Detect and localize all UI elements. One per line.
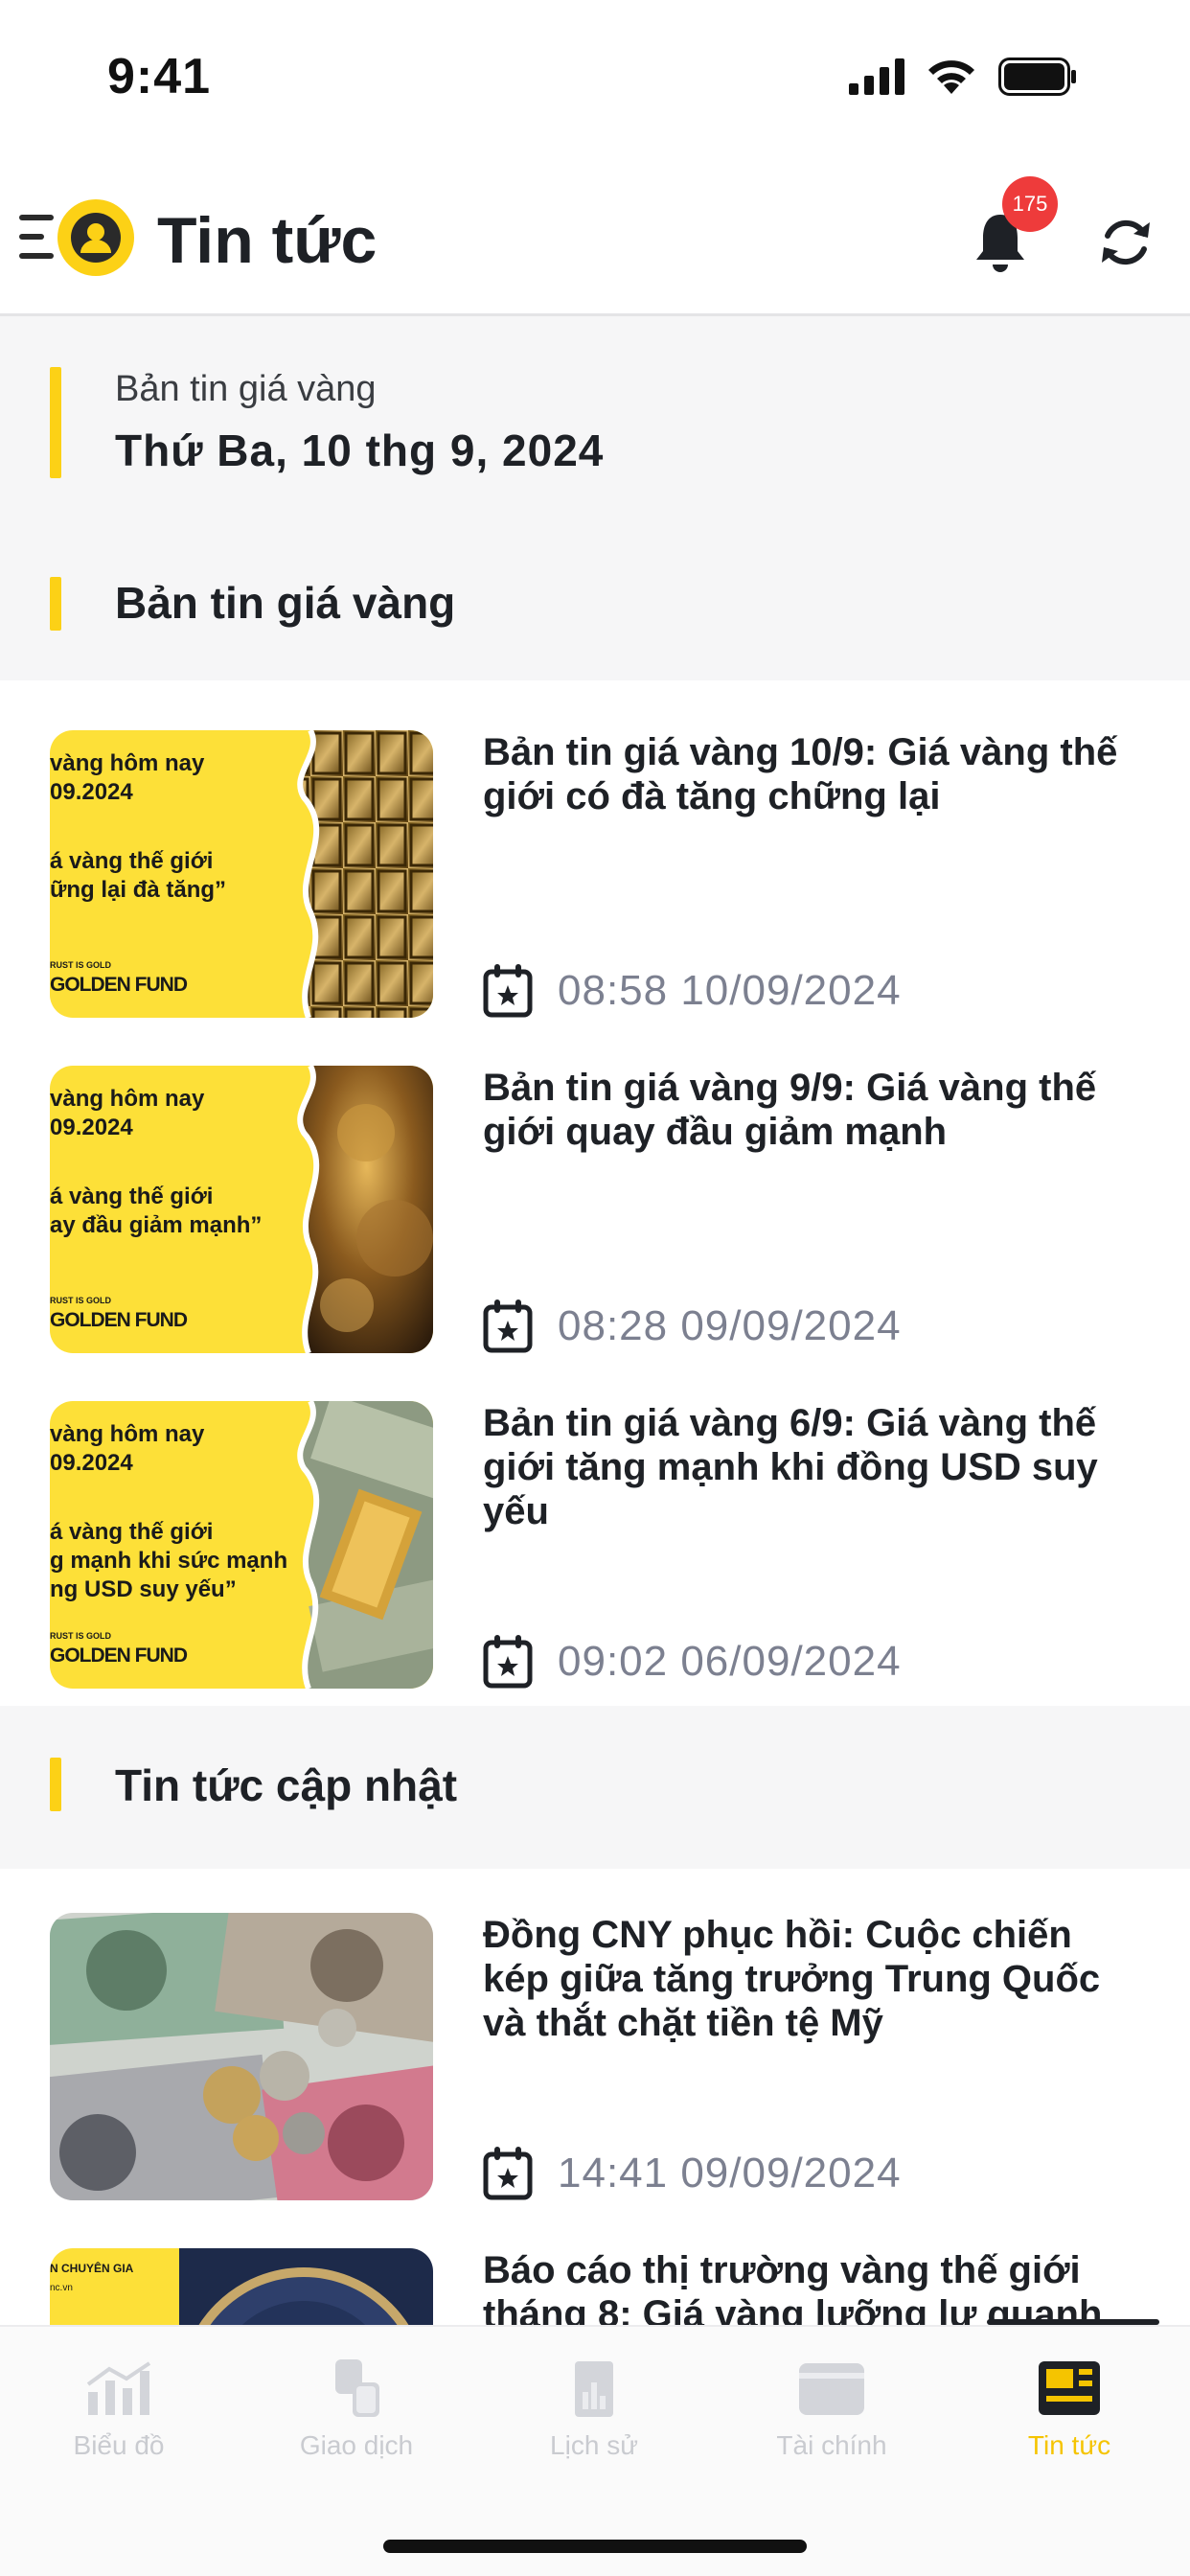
status-bar: 9:41 xyxy=(0,0,1190,153)
bottom-nav: Biểu đồ Giao dịch Lịch sử Tài chính Tin … xyxy=(0,2325,1190,2576)
section-title: Tin tức cập nhật xyxy=(115,1760,458,1810)
user-icon xyxy=(71,213,121,263)
gold-news-list: vàng hôm nay 09.2024 á vàng thế giới ững… xyxy=(0,680,1190,1706)
news-time: 14:41 09/09/2024 xyxy=(558,2150,902,2196)
news-item[interactable]: vàng hôm nay 09.2024 á vàng thế giới ững… xyxy=(0,730,1190,1027)
chart-icon xyxy=(86,2361,151,2415)
wallet-icon xyxy=(799,2363,864,2415)
news-item[interactable]: vàng hôm nay 09.2024 á vàng thế giới ay … xyxy=(0,1066,1190,1363)
home-indicator xyxy=(383,2540,807,2553)
nav-label: Tài chính xyxy=(776,2430,887,2460)
news-time: 08:28 09/09/2024 xyxy=(558,1302,902,1349)
battery-icon xyxy=(998,58,1076,96)
money-gold-image xyxy=(297,1401,433,1689)
refresh-icon[interactable] xyxy=(1096,213,1156,272)
bulletin-date: Thứ Ba, 10 thg 9, 2024 xyxy=(115,426,605,475)
news-item[interactable]: vàng hôm nay 09.2024 á vàng thế giới g m… xyxy=(0,1401,1190,1698)
wifi-icon xyxy=(928,60,974,94)
calendar-icon xyxy=(483,2147,533,2200)
nav-item-history[interactable]: Lịch sử xyxy=(498,2359,690,2474)
gold-bars-image xyxy=(297,730,433,1018)
accent-bar xyxy=(50,577,61,631)
nav-item-finance[interactable]: Tài chính xyxy=(736,2359,927,2474)
news-thumbnail xyxy=(50,1913,433,2200)
status-time: 9:41 xyxy=(107,49,212,104)
news-title: Bản tin giá vàng 9/9: Giá vàng thế giới … xyxy=(483,1067,1097,1153)
app-header: Tin tức 175 xyxy=(0,153,1190,316)
nav-label: Tin tức xyxy=(1027,2430,1111,2460)
nav-item-news[interactable]: Tin tức xyxy=(973,2359,1165,2474)
news-thumbnail: vàng hôm nay 09.2024 á vàng thế giới g m… xyxy=(50,1401,433,1689)
news-time: 08:58 10/09/2024 xyxy=(558,967,902,1014)
news-meta: 08:28 09/09/2024 xyxy=(483,1300,902,1353)
accent-bar xyxy=(50,367,61,478)
avatar[interactable] xyxy=(57,199,134,276)
calendar-icon xyxy=(483,1635,533,1689)
status-icons xyxy=(849,58,1077,96)
news-title: Bản tin giá vàng 10/9: Giá vàng thế giới… xyxy=(483,731,1118,817)
menu-icon[interactable] xyxy=(19,207,61,266)
signal-icon xyxy=(849,58,904,95)
page-title: Tin tức xyxy=(157,204,378,277)
news-icon xyxy=(1039,2361,1100,2415)
news-title: Đồng CNY phục hồi: Cuộc chiến kép giữa t… xyxy=(483,1914,1101,2044)
currency-image xyxy=(50,1913,433,2200)
calendar-icon xyxy=(483,1300,533,1353)
section-header-news: Tin tức cập nhật xyxy=(0,1715,1190,1869)
bulletin-label: Bản tin giá vàng xyxy=(115,369,377,409)
news-meta: 08:58 10/09/2024 xyxy=(483,964,902,1018)
history-icon xyxy=(575,2361,613,2417)
accent-bar xyxy=(50,1758,61,1811)
nav-item-chart[interactable]: Biểu đồ xyxy=(23,2359,215,2474)
nav-label: Giao dịch xyxy=(299,2430,414,2460)
nav-label: Lịch sử xyxy=(550,2430,638,2460)
news-item[interactable]: Đồng CNY phục hồi: Cuộc chiến kép giữa t… xyxy=(0,1913,1190,2210)
notification-badge: 175 xyxy=(1002,176,1058,232)
nav-label: Biểu đồ xyxy=(73,2430,165,2460)
nav-item-trade[interactable]: Giao dịch xyxy=(261,2359,452,2474)
bulletin-card: Bản tin giá vàng Thứ Ba, 10 thg 9, 2024 xyxy=(0,319,1190,511)
latest-news-list: Đồng CNY phục hồi: Cuộc chiến kép giữa t… xyxy=(0,1869,1190,2536)
news-thumbnail: vàng hôm nay 09.2024 á vàng thế giới ững… xyxy=(50,730,433,1018)
section-header-gold: Bản tin giá vàng xyxy=(0,537,1190,671)
news-meta: 09:02 06/09/2024 xyxy=(483,1635,902,1689)
news-meta: 14:41 09/09/2024 xyxy=(483,2147,902,2200)
section-title: Bản tin giá vàng xyxy=(115,578,456,628)
gold-nuggets-image xyxy=(297,1066,433,1353)
news-title: Bản tin giá vàng 6/9: Giá vàng thế giới … xyxy=(483,1402,1098,1532)
calendar-icon xyxy=(483,964,533,1018)
exchange-icon xyxy=(335,2359,379,2417)
news-thumbnail: vàng hôm nay 09.2024 á vàng thế giới ay … xyxy=(50,1066,433,1353)
news-time: 09:02 06/09/2024 xyxy=(558,1638,902,1685)
